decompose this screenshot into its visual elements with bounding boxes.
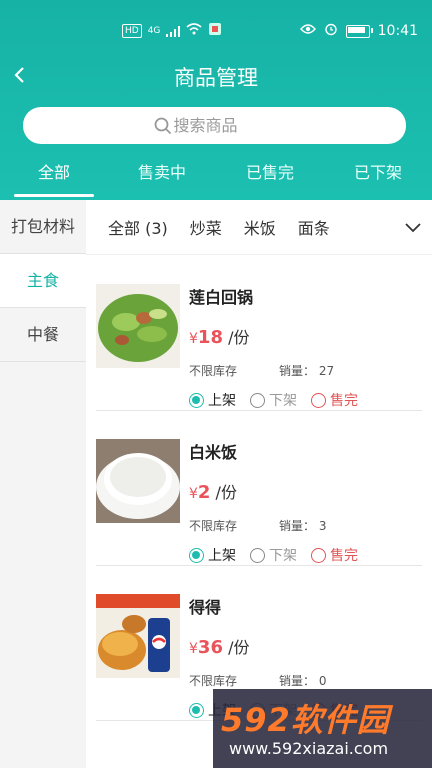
price-value: 2 bbox=[197, 482, 211, 503]
product-name: 莲白回锅 bbox=[189, 288, 254, 307]
price-value: 36 bbox=[197, 637, 223, 658]
radio-unchecked-icon bbox=[311, 392, 326, 408]
radio-checked-icon bbox=[189, 547, 204, 563]
network-label: 4G bbox=[147, 25, 161, 36]
signal-icon bbox=[166, 25, 181, 37]
product-image bbox=[96, 594, 180, 678]
product-item[interactable]: 莲白回锅 ¥18 /份 不限库存 销量： 27 上架 下架 售完 bbox=[96, 256, 422, 411]
sales-label: 销量： bbox=[279, 519, 316, 533]
search-input[interactable] bbox=[171, 115, 276, 136]
sales-count: 销量： 0 bbox=[279, 672, 326, 689]
sales-label: 销量： bbox=[279, 364, 316, 378]
sidebar-item-staple[interactable]: 主食 bbox=[0, 254, 86, 308]
radio-sold-out[interactable]: 售完 bbox=[311, 545, 358, 565]
radio-off-shelf[interactable]: 下架 bbox=[250, 545, 297, 565]
radio-label: 上架 bbox=[208, 393, 236, 409]
status-radio-group: 上架 下架 售完 bbox=[189, 390, 358, 410]
category-sidebar: 打包材料 主食 中餐 bbox=[0, 200, 86, 768]
alarm-icon bbox=[324, 22, 338, 40]
subcategory-all[interactable]: 全部 (3) bbox=[108, 215, 168, 239]
status-bar: HD 4G 10:41 bbox=[0, 0, 432, 58]
app-notification-icon bbox=[208, 22, 222, 39]
radio-off-shelf[interactable]: 下架 bbox=[250, 390, 297, 410]
tab-delisted[interactable]: 已下架 bbox=[324, 156, 432, 200]
radio-checked-icon bbox=[189, 392, 204, 408]
price-unit: /份 bbox=[228, 328, 250, 347]
radio-unchecked-icon bbox=[250, 547, 265, 563]
tab-on-sale[interactable]: 售卖中 bbox=[108, 156, 216, 200]
radio-label: 售完 bbox=[330, 548, 358, 564]
sales-value: 3 bbox=[318, 519, 327, 533]
status-radio-group: 上架 下架 售完 bbox=[189, 545, 358, 565]
eye-icon bbox=[299, 23, 316, 39]
product-name: 白米饭 bbox=[189, 443, 238, 462]
status-tabs: 全部 售卖中 已售完 已下架 bbox=[0, 156, 432, 200]
watermark-brand: 592软件园 bbox=[221, 701, 390, 739]
radio-on-shelf[interactable]: 上架 bbox=[189, 545, 236, 565]
radio-checked-icon bbox=[189, 702, 204, 718]
subcategory-bar: 全部 (3) 炒菜 米饭 面条 bbox=[86, 200, 432, 255]
radio-unchecked-icon bbox=[311, 547, 326, 563]
search-bar[interactable] bbox=[23, 107, 406, 144]
radio-label: 下架 bbox=[269, 393, 297, 409]
sales-value: 0 bbox=[318, 674, 327, 688]
stock-label: 不限库存 bbox=[189, 519, 238, 533]
price-unit: /份 bbox=[215, 483, 237, 502]
product-price: ¥36 /份 bbox=[189, 634, 249, 658]
radio-label: 下架 bbox=[269, 548, 297, 564]
watermark-url: www.592xiazai.com bbox=[229, 739, 389, 758]
app-header: HD 4G 10:41 商品管理 搜索商品 全部 售卖中 已售完 已下架 bbox=[0, 0, 432, 200]
tab-all[interactable]: 全部 bbox=[0, 156, 108, 200]
product-panel: 全部 (3) 炒菜 米饭 面条 莲白回锅 ¥18 /份 不限库存 销量： 27 … bbox=[86, 200, 432, 768]
sidebar-item-chinese-meal[interactable]: 中餐 bbox=[0, 308, 86, 362]
product-price: ¥18 /份 bbox=[189, 324, 249, 348]
currency-symbol: ¥ bbox=[189, 486, 198, 502]
sales-count: 销量： 27 bbox=[279, 362, 334, 379]
hd-badge: HD bbox=[122, 23, 142, 38]
stock-label: 不限库存 bbox=[189, 674, 238, 688]
radio-sold-out[interactable]: 售完 bbox=[311, 390, 358, 410]
price-value: 18 bbox=[197, 327, 223, 348]
subcategory-stir-fry[interactable]: 炒菜 bbox=[190, 215, 222, 239]
product-image bbox=[96, 284, 180, 368]
price-unit: /份 bbox=[228, 638, 250, 657]
sales-count: 销量： 3 bbox=[279, 517, 326, 534]
sales-label: 销量： bbox=[279, 674, 316, 688]
page-title: 商品管理 bbox=[174, 66, 258, 90]
status-right: 10:41 bbox=[299, 22, 418, 40]
radio-label: 上架 bbox=[208, 548, 236, 564]
subcategory-noodles[interactable]: 面条 bbox=[298, 215, 330, 239]
radio-on-shelf[interactable]: 上架 bbox=[189, 390, 236, 410]
tab-sold-out[interactable]: 已售完 bbox=[216, 156, 324, 200]
search-icon bbox=[154, 117, 171, 134]
chevron-down-icon[interactable] bbox=[404, 218, 422, 236]
status-left: HD 4G bbox=[122, 22, 222, 39]
wifi-icon bbox=[186, 23, 202, 38]
currency-symbol: ¥ bbox=[189, 331, 198, 347]
battery-icon bbox=[345, 24, 373, 38]
product-price: ¥2 /份 bbox=[189, 479, 237, 503]
sidebar-item-packaging[interactable]: 打包材料 bbox=[0, 200, 86, 254]
subcategory-rice[interactable]: 米饭 bbox=[244, 215, 276, 239]
site-watermark: 592软件园 www.592xiazai.com bbox=[213, 689, 432, 768]
product-name: 得得 bbox=[189, 598, 222, 617]
status-time: 10:41 bbox=[377, 23, 418, 39]
sales-value: 27 bbox=[318, 364, 335, 378]
product-image bbox=[96, 439, 180, 523]
radio-label: 售完 bbox=[330, 393, 358, 409]
currency-symbol: ¥ bbox=[189, 641, 198, 657]
radio-unchecked-icon bbox=[250, 392, 265, 408]
stock-label: 不限库存 bbox=[189, 364, 238, 378]
product-item[interactable]: 白米饭 ¥2 /份 不限库存 销量： 3 上架 下架 售完 bbox=[96, 411, 422, 566]
